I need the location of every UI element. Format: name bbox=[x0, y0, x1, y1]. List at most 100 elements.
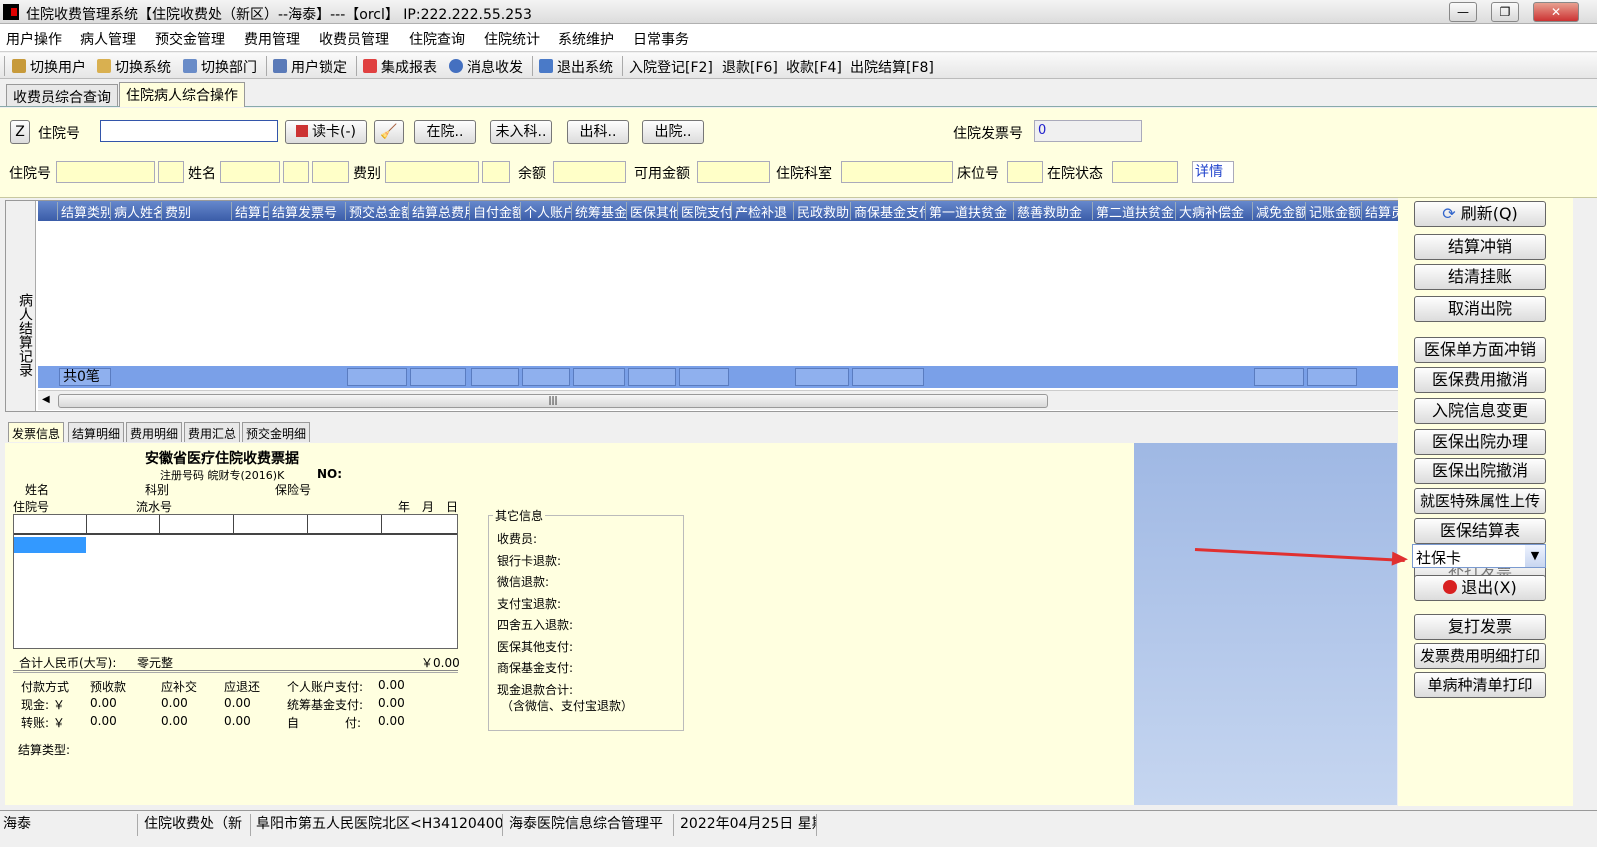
invoice-selected-cell[interactable] bbox=[14, 537, 86, 553]
column-header[interactable]: 结算发票号 bbox=[270, 202, 346, 220]
age-field bbox=[312, 161, 349, 183]
grid-footer-cell bbox=[852, 368, 924, 386]
not-admitted-button[interactable]: 未入科.. bbox=[490, 120, 552, 144]
column-header[interactable]: 大病补偿金 bbox=[1177, 202, 1253, 220]
refund-button[interactable]: 退款[F6] bbox=[722, 57, 778, 77]
grid-footer: 共0笔 bbox=[38, 366, 1421, 388]
read-card-button[interactable]: 读卡(-) bbox=[285, 120, 367, 144]
column-header[interactable]: 医院支付 bbox=[679, 202, 732, 220]
column-header[interactable]: 结算总费用 bbox=[410, 202, 470, 220]
collect-button[interactable]: 收款[F4] bbox=[786, 57, 842, 77]
grid-hscrollbar[interactable]: ◀ ||| ▶ bbox=[38, 390, 1421, 410]
discharged-button[interactable]: 出院.. bbox=[642, 120, 704, 144]
card-type-select[interactable]: 社保卡 ▼ bbox=[1412, 544, 1546, 568]
column-header[interactable]: 结算类别 bbox=[59, 202, 111, 220]
clear-broom-icon[interactable]: 🧹 bbox=[374, 120, 404, 144]
column-header[interactable]: 第二道扶贫金 bbox=[1094, 202, 1176, 220]
switch-user-button[interactable]: 切换用户 bbox=[30, 57, 86, 77]
ins-settle-table-button[interactable]: 医保结算表 bbox=[1414, 518, 1546, 544]
column-header[interactable]: 医保其他 bbox=[628, 202, 678, 220]
single-disease-print-button[interactable]: 单病种清单打印 bbox=[1414, 672, 1546, 698]
tab-cashier-query[interactable]: 收费员综合查询 bbox=[6, 84, 118, 106]
out-dept-button[interactable]: 出科.. bbox=[567, 120, 629, 144]
column-header[interactable]: 预交总金额 bbox=[347, 202, 409, 220]
tab-inpatient-ops[interactable]: 住院病人综合操作 bbox=[119, 82, 245, 107]
inpatient-no-input[interactable] bbox=[100, 120, 278, 142]
menu-patient[interactable]: 病人管理 bbox=[80, 29, 136, 49]
menu-prepay[interactable]: 预交金管理 bbox=[155, 29, 225, 49]
menu-stats[interactable]: 住院统计 bbox=[484, 29, 540, 49]
cancel-discharge-button[interactable]: 取消出院 bbox=[1414, 296, 1546, 322]
exit-button[interactable]: 退出(X) bbox=[1414, 575, 1546, 601]
column-header[interactable]: 自付金额 bbox=[471, 202, 521, 220]
ins-fee-revoke-button[interactable]: 医保费用撤消 bbox=[1414, 367, 1546, 393]
total-words: 零元整 bbox=[137, 656, 174, 670]
ins-discharge-button[interactable]: 医保出院办理 bbox=[1414, 429, 1546, 455]
column-header[interactable]: 结算日期 bbox=[233, 202, 269, 220]
column-header[interactable]: 商保基金支付 bbox=[852, 202, 926, 220]
message-button[interactable]: 消息收发 bbox=[467, 57, 523, 77]
menu-query[interactable]: 住院查询 bbox=[409, 29, 465, 49]
details-link[interactable]: 详情 bbox=[1192, 161, 1234, 183]
reprint-button[interactable]: 复打发票 bbox=[1414, 614, 1546, 640]
tab-fee-detail[interactable]: 费用明细 bbox=[126, 422, 183, 442]
lock-user-button[interactable]: 用户锁定 bbox=[291, 57, 347, 77]
settle-reverse-button[interactable]: 结算冲销 bbox=[1414, 234, 1546, 260]
z-button[interactable]: Z bbox=[10, 120, 30, 144]
column-header[interactable]: 病人姓名 bbox=[112, 202, 162, 220]
admit-button[interactable]: 入院登记[F2] bbox=[629, 57, 713, 77]
other-info-item: 银行卡退款: bbox=[497, 554, 562, 568]
switch-dept-button[interactable]: 切换部门 bbox=[201, 57, 257, 77]
clear-hold-button[interactable]: 结清挂账 bbox=[1414, 264, 1546, 290]
special-upload-button[interactable]: 就医特殊属性上传 bbox=[1414, 488, 1546, 514]
column-header[interactable]: 统筹基金 bbox=[573, 202, 627, 220]
tab-invoice-info[interactable]: 发票信息 bbox=[8, 422, 65, 442]
column-header[interactable]: 减免金额 bbox=[1254, 202, 1306, 220]
refresh-label: 刷新(Q) bbox=[1460, 204, 1518, 223]
admission-change-button[interactable]: 入院信息变更 bbox=[1414, 398, 1546, 424]
column-header[interactable]: 费别 bbox=[163, 202, 232, 220]
column-header[interactable]: 产检补退 bbox=[733, 202, 794, 220]
switch-system-button[interactable]: 切换系统 bbox=[115, 57, 171, 77]
status-field bbox=[1112, 161, 1178, 183]
menu-daily[interactable]: 日常事务 bbox=[633, 29, 689, 49]
invoice-dept-label: 科别 bbox=[145, 483, 170, 497]
column-header[interactable]: 个人账户 bbox=[522, 202, 572, 220]
ins-unilateral-button[interactable]: 医保单方面冲销 bbox=[1414, 337, 1546, 363]
ins-discharge-revoke-button[interactable]: 医保出院撤消 bbox=[1414, 458, 1546, 484]
menu-system[interactable]: 系统维护 bbox=[558, 29, 614, 49]
column-header[interactable]: 慈善救助金 bbox=[1015, 202, 1093, 220]
column-header[interactable]: 民政救助 bbox=[795, 202, 851, 220]
balance-field bbox=[553, 161, 626, 183]
restore-button[interactable]: ❐ bbox=[1491, 2, 1519, 22]
dept-label: 住院科室 bbox=[776, 166, 832, 182]
column-header[interactable]: 第一道扶贫金 bbox=[927, 202, 1014, 220]
close-button[interactable]: ✕ bbox=[1533, 2, 1579, 22]
available-label: 可用金额 bbox=[634, 166, 690, 182]
fee-type-field bbox=[385, 161, 479, 183]
menu-bar: 用户操作 病人管理 预交金管理 费用管理 收费员管理 住院查询 住院统计 系统维… bbox=[0, 24, 1597, 52]
invoice-detail-print-button[interactable]: 发票费用明细打印 bbox=[1414, 643, 1546, 669]
status-hospital: 阜阳市第五人民医院北区<H341204000 bbox=[253, 814, 503, 836]
tab-settle-detail[interactable]: 结算明细 bbox=[68, 422, 125, 442]
other-info-item: 微信退款: bbox=[497, 575, 550, 589]
minimize-button[interactable]: — bbox=[1449, 2, 1477, 22]
tab-prepay-detail[interactable]: 预交金明细 bbox=[242, 422, 311, 442]
grid-footer-cell bbox=[795, 368, 849, 386]
read-card-label: 读卡(-) bbox=[312, 124, 356, 140]
report-button[interactable]: 集成报表 bbox=[381, 57, 437, 77]
bed-label: 床位号 bbox=[957, 166, 999, 182]
discharge-settle-button[interactable]: 出院结算[F8] bbox=[850, 57, 934, 77]
scroll-left-icon[interactable]: ◀ bbox=[42, 394, 50, 405]
exit-system-button[interactable]: 退出系统 bbox=[557, 57, 613, 77]
scroll-thumb[interactable]: ||| bbox=[58, 394, 1048, 408]
menu-user-ops[interactable]: 用户操作 bbox=[6, 29, 62, 49]
in-hospital-button[interactable]: 在院.. bbox=[414, 120, 476, 144]
menu-fee[interactable]: 费用管理 bbox=[244, 29, 300, 49]
invoice-insurance-label: 保险号 bbox=[275, 483, 312, 497]
column-header[interactable]: 记账金额 bbox=[1307, 202, 1362, 220]
refresh-button[interactable]: ⟳ 刷新(Q) bbox=[1414, 201, 1546, 227]
tab-fee-summary[interactable]: 费用汇总 bbox=[184, 422, 241, 442]
menu-cashier[interactable]: 收费员管理 bbox=[319, 29, 389, 49]
chevron-down-icon[interactable]: ▼ bbox=[1525, 545, 1545, 567]
